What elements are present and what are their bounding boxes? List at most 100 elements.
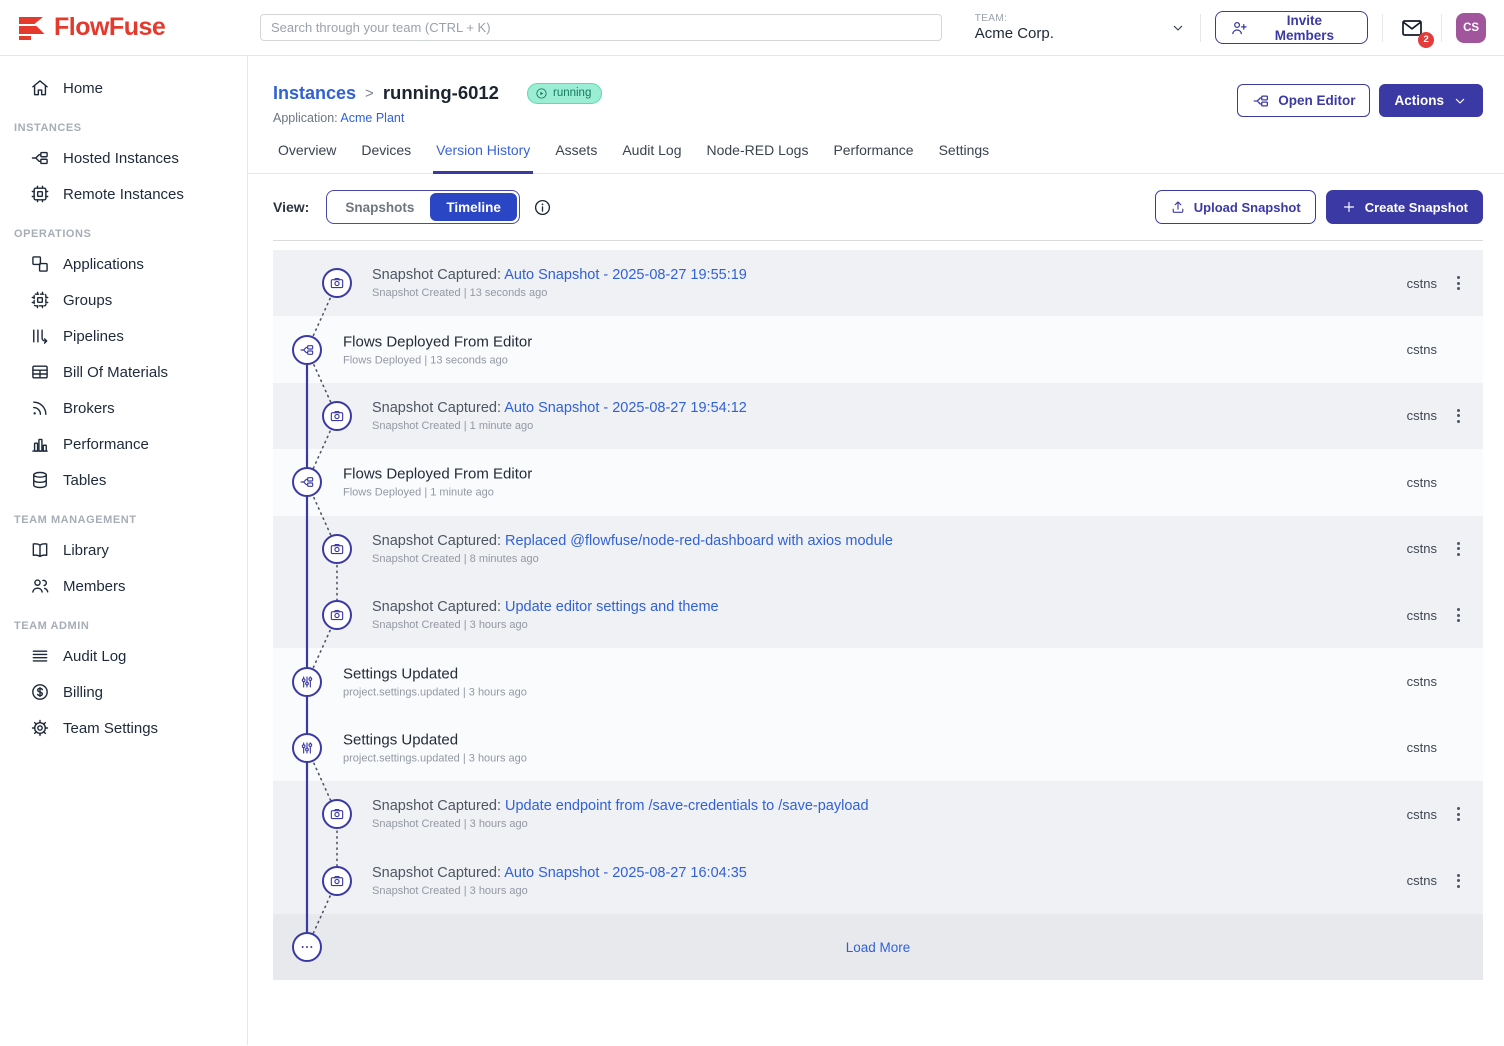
sidebar-item-library[interactable]: Library — [0, 532, 247, 568]
applications-icon — [30, 254, 50, 274]
sidebar-item-remote-instances[interactable]: Remote Instances — [0, 176, 247, 212]
avatar[interactable]: CS — [1456, 13, 1486, 43]
timeline-entry-right: cstns — [1407, 715, 1471, 781]
timeline-entry-meta: Snapshot Created | 3 hours ago — [372, 885, 747, 897]
flow-icon — [1252, 92, 1270, 110]
snapshot-link[interactable]: Auto Snapshot - 2025-08-27 19:55:19 — [504, 267, 747, 283]
info-icon[interactable] — [533, 198, 552, 217]
kebab-menu-icon[interactable] — [1445, 270, 1471, 296]
sidebar-item-members[interactable]: Members — [0, 568, 247, 604]
tab-settings[interactable]: Settings — [936, 142, 993, 174]
timeline-entry-user: cstns — [1407, 342, 1437, 357]
sidebar-item-label: Bill Of Materials — [63, 364, 168, 381]
sidebar-item-label: Applications — [63, 256, 144, 273]
camera-marker — [322, 866, 352, 896]
open-editor-label: Open Editor — [1278, 93, 1355, 108]
upload-icon — [1170, 199, 1186, 215]
camera-marker — [322, 268, 352, 298]
search-input[interactable] — [260, 14, 942, 41]
flowfuse-app: FlowFuse TEAM: Acme Corp. Invite Members… — [0, 0, 1504, 1046]
tab-audit-log[interactable]: Audit Log — [619, 142, 684, 174]
sidebar-item-performance[interactable]: Performance — [0, 426, 247, 462]
sidebar-item-hosted-instances[interactable]: Hosted Instances — [0, 140, 247, 176]
sidebar-item-audit-log[interactable]: Audit Log — [0, 638, 247, 674]
actions-button[interactable]: Actions — [1379, 84, 1483, 117]
snapshot-link[interactable]: Update editor settings and theme — [505, 599, 719, 615]
kebab-menu-icon[interactable] — [1445, 602, 1471, 628]
timeline-row-snapshot: Snapshot Captured: Update editor setting… — [273, 582, 1483, 648]
sidebar-item-home[interactable]: Home — [0, 70, 247, 106]
sidebar-item-applications[interactable]: Applications — [0, 246, 247, 282]
open-editor-button[interactable]: Open Editor — [1237, 84, 1370, 117]
chevron-down-icon — [1170, 20, 1186, 36]
view-toggle-snapshots[interactable]: Snapshots — [329, 193, 430, 221]
timeline-entry-right: cstns — [1407, 648, 1471, 714]
tab-overview[interactable]: Overview — [275, 142, 339, 174]
tab-devices[interactable]: Devices — [358, 142, 414, 174]
user-plus-icon — [1230, 19, 1248, 37]
table-icon — [30, 362, 50, 382]
sidebar-item-label: Groups — [63, 292, 112, 309]
notifications-button[interactable]: 2 — [1397, 13, 1427, 43]
sidebar-item-label: Tables — [63, 472, 106, 489]
timeline-row-snapshot: Snapshot Captured: Auto Snapshot - 2025-… — [273, 848, 1483, 914]
timeline-entry-user: cstns — [1407, 807, 1437, 822]
currency-dollar-icon — [30, 682, 50, 702]
view-toggle-timeline[interactable]: Timeline — [430, 193, 517, 221]
team-label: TEAM: — [975, 13, 1054, 24]
sidebar-item-bill-of-materials[interactable]: Bill Of Materials — [0, 354, 247, 390]
camera-marker — [322, 401, 352, 431]
application-link[interactable]: Acme Plant — [340, 111, 404, 125]
snapshot-link[interactable]: Update endpoint from /save-credentials t… — [505, 798, 869, 814]
timeline-entry-body: Snapshot Captured: Update endpoint from … — [372, 798, 869, 830]
invite-members-button[interactable]: Invite Members — [1215, 11, 1369, 44]
sidebar-item-label: Performance — [63, 436, 149, 453]
timeline-entry-user: cstns — [1407, 408, 1437, 423]
load-more-link[interactable]: Load More — [273, 914, 1483, 980]
timeline-entry-right: cstns — [1407, 582, 1471, 648]
sidebar-item-team-settings[interactable]: Team Settings — [0, 710, 247, 746]
timeline-entry-title: Snapshot Captured: Auto Snapshot - 2025-… — [372, 400, 747, 416]
tab-node-red-logs[interactable]: Node-RED Logs — [704, 142, 812, 174]
tab-performance[interactable]: Performance — [830, 142, 916, 174]
home-icon — [30, 78, 50, 98]
timeline-entry-title: Flows Deployed From Editor — [343, 333, 532, 350]
view-label: View: — [273, 199, 309, 215]
rss-icon — [30, 398, 50, 418]
timeline-entry-title: Flows Deployed From Editor — [343, 466, 532, 483]
breadcrumb-instances-link[interactable]: Instances — [273, 83, 356, 104]
status-badge: running — [527, 83, 602, 104]
kebab-menu-icon[interactable] — [1445, 536, 1471, 562]
snapshot-actions: Upload Snapshot Create Snapshot — [1155, 190, 1483, 224]
timeline-entry-meta: project.settings.updated | 3 hours ago — [343, 752, 527, 764]
snapshot-link[interactable]: Auto Snapshot - 2025-08-27 16:04:35 — [504, 865, 747, 881]
timeline-entry-body: Snapshot Captured: Auto Snapshot - 2025-… — [372, 400, 747, 432]
page-title: running-6012 — [383, 82, 499, 104]
kebab-menu-icon[interactable] — [1445, 868, 1471, 894]
create-snapshot-button[interactable]: Create Snapshot — [1326, 190, 1483, 224]
sidebar-item-brokers[interactable]: Brokers — [0, 390, 247, 426]
timeline-entry-meta: Snapshot Created | 8 minutes ago — [372, 553, 893, 565]
tab-assets[interactable]: Assets — [552, 142, 600, 174]
tab-version-history[interactable]: Version History — [433, 142, 533, 174]
kebab-menu-icon[interactable] — [1445, 801, 1471, 827]
ellipsis-marker — [292, 932, 322, 962]
sidebar-item-billing[interactable]: Billing — [0, 674, 247, 710]
flowfuse-logo[interactable]: FlowFuse — [0, 13, 248, 43]
kebab-menu-icon[interactable] — [1445, 403, 1471, 429]
timeline-entry-meta: Snapshot Created | 13 seconds ago — [372, 287, 747, 299]
upload-snapshot-button[interactable]: Upload Snapshot — [1155, 190, 1316, 224]
database-icon — [30, 470, 50, 490]
camera-marker — [322, 600, 352, 630]
sidebar-item-tables[interactable]: Tables — [0, 462, 247, 498]
team-selector[interactable]: TEAM: Acme Corp. — [975, 13, 1186, 42]
snapshot-link[interactable]: Auto Snapshot - 2025-08-27 19:54:12 — [504, 400, 747, 416]
timeline-entry-right: cstns — [1407, 848, 1471, 914]
sidebar-item-label: Members — [63, 578, 126, 595]
timeline-entry-body: Flows Deployed From EditorFlows Deployed… — [343, 466, 532, 499]
timeline-entry-user: cstns — [1407, 873, 1437, 888]
sliders-icon — [299, 674, 315, 690]
sidebar-item-pipelines[interactable]: Pipelines — [0, 318, 247, 354]
sidebar-item-groups[interactable]: Groups — [0, 282, 247, 318]
snapshot-link[interactable]: Replaced @flowfuse/node-red-dashboard wi… — [505, 533, 893, 549]
